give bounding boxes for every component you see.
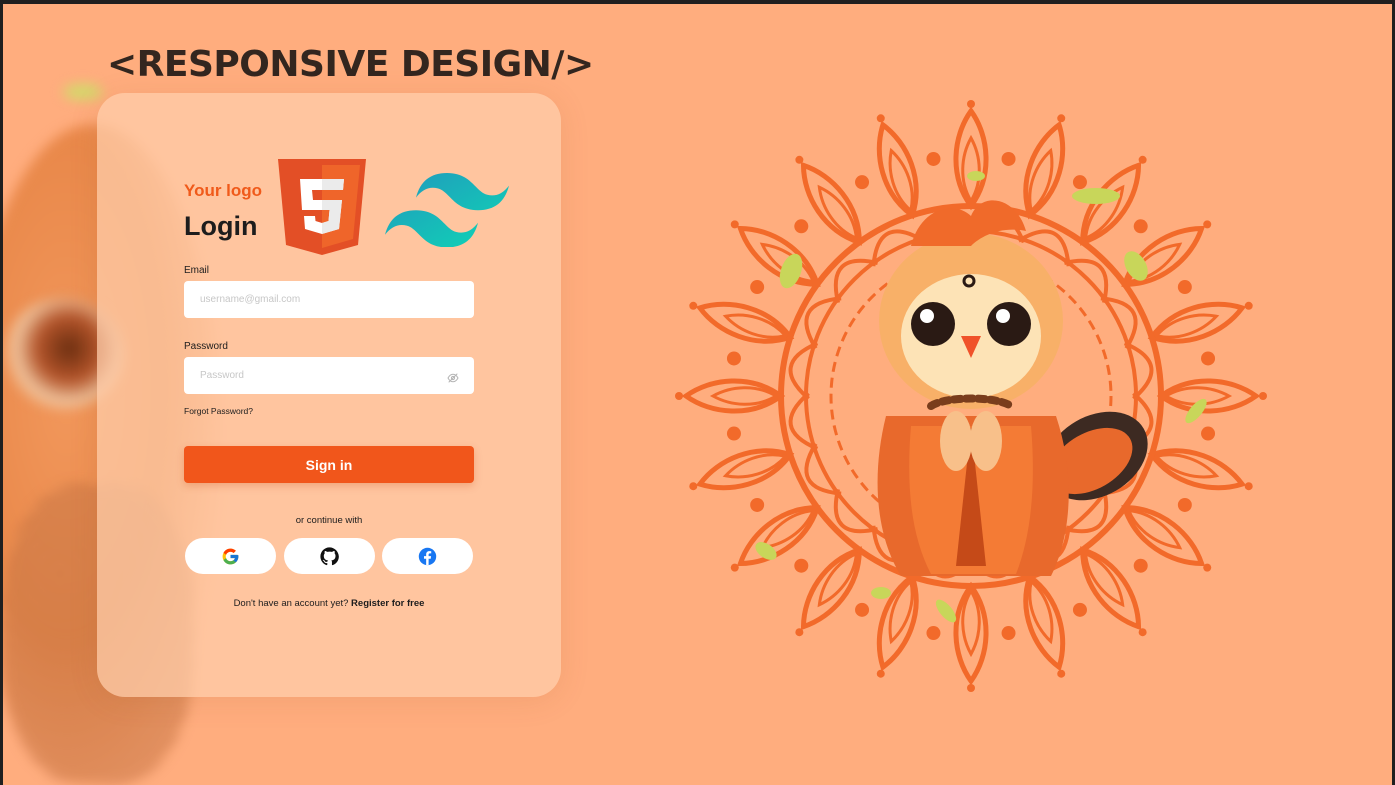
github-login-button[interactable]	[284, 538, 375, 574]
google-login-button[interactable]	[185, 538, 276, 574]
brand-logo-text: Your logo	[184, 181, 263, 200]
sign-in-button[interactable]: Sign in	[184, 446, 474, 483]
login-card: Your logo Login Email Password	[97, 93, 561, 697]
forgot-password-link[interactable]: Forgot Password?	[184, 406, 253, 416]
background-blur-leaf	[63, 84, 103, 100]
eye-icon[interactable]	[447, 372, 459, 384]
tailwind-logo-icon	[385, 173, 509, 247]
password-field[interactable]	[184, 357, 474, 394]
register-prompt: Don't have an account yet? Register for …	[97, 598, 561, 609]
password-label: Password	[184, 341, 228, 352]
github-icon	[320, 546, 339, 565]
no-account-text: Don't have an account yet?	[233, 598, 349, 609]
continue-with-text: or continue with	[295, 515, 363, 526]
html5-logo-icon	[278, 159, 366, 255]
bird-mascot	[877, 200, 1148, 576]
email-field[interactable]	[184, 281, 474, 318]
page-headline: <RESPONSIVE DESIGN/>	[107, 44, 594, 85]
login-title: Login	[184, 211, 258, 241]
register-link[interactable]: Register for free	[351, 598, 424, 609]
page: <RESPONSIVE DESIGN/> Your logo Login Ema…	[3, 4, 1392, 785]
facebook-login-button[interactable]	[382, 538, 473, 574]
email-label: Email	[184, 265, 210, 276]
mandala-mascot-illustration	[675, 100, 1267, 692]
facebook-icon	[418, 547, 437, 565]
google-icon	[222, 548, 239, 564]
